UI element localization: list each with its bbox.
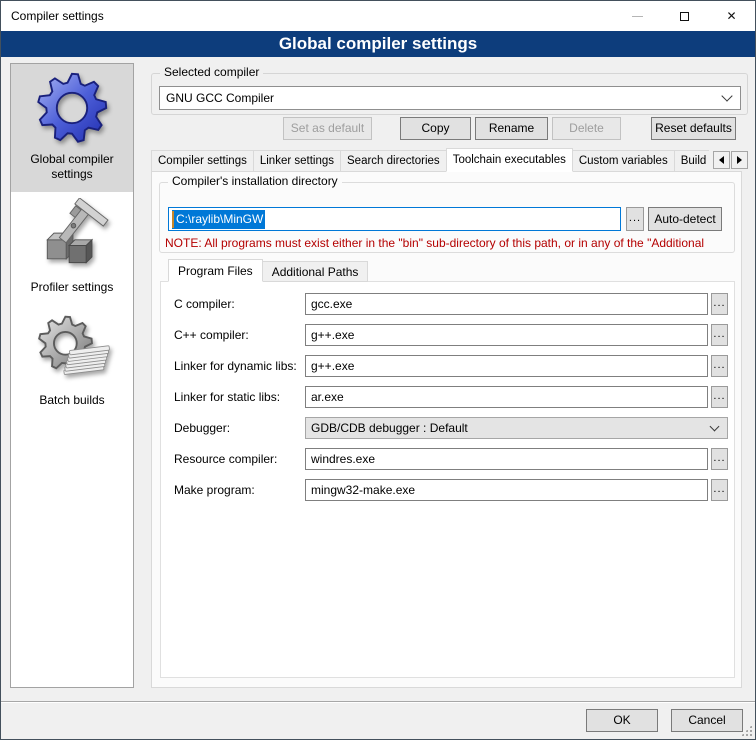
tab-scroll-right-button[interactable] [731,151,748,169]
debugger-dropdown[interactable]: GDB/CDB debugger : Default [305,417,728,439]
tab-scroll-buttons [712,151,748,169]
window-title: Compiler settings [11,9,104,23]
resource-compiler-row: Resource compiler: windres.exe... [161,448,734,470]
make-program-row: Make program: mingw32-make.exe... [161,479,734,501]
ok-button[interactable]: OK [586,709,658,732]
linker-for-dynamic-libs-row: Linker for dynamic libs: g++.exe... [161,355,734,377]
selected-path-text: C:\raylib\MinGW [172,210,265,229]
tabs-list: Compiler settingsLinker settingsSearch d… [151,148,709,172]
cplusplus-compiler-field[interactable]: g++.exe [305,324,708,346]
copy-button[interactable]: Copy [400,117,471,140]
resource-compiler-browse-button[interactable]: ... [711,448,728,470]
sidebar-item-global-compiler-settings[interactable]: Global compiler settings [11,64,133,192]
selected-compiler-group-label: Selected compiler [160,65,263,79]
resource-compiler-field[interactable]: windres.exe [305,448,708,470]
installation-directory-browse-button[interactable]: ... [626,207,644,231]
note-text: NOTE: All programs must exist either in … [165,236,732,250]
cplusplus-compiler-browse-button[interactable]: ... [711,324,728,346]
triangle-left-icon [719,156,724,164]
installation-directory-input[interactable]: C:\raylib\MinGW [168,207,621,231]
selected-compiler-value: GNU GCC Compiler [166,91,274,105]
chevron-down-icon [710,422,720,432]
c-compiler-browse-button[interactable]: ... [711,293,728,315]
tab-build-options[interactable]: Build options [674,150,709,172]
maximize-icon [680,12,689,21]
selected-compiler-dropdown[interactable]: GNU GCC Compiler [159,86,741,110]
cplusplus-compiler-label: C++ compiler: [174,328,249,342]
resource-compiler-label: Resource compiler: [174,452,277,466]
make-program-label: Make program: [174,483,255,497]
rename-button[interactable]: Rename [475,117,548,140]
reset-defaults-button[interactable]: Reset defaults [651,117,736,140]
installation-directory-group: Compiler's installation directory C:\ray… [159,182,735,253]
dropdown-value: GDB/CDB debugger : Default [311,421,468,435]
c-compiler-field[interactable]: gcc.exe [305,293,708,315]
compiler-settings-dialog: Compiler settings ✕ Global compiler sett… [0,0,756,740]
cplusplus-compiler-row: C++ compiler: g++.exe... [161,324,734,346]
close-button[interactable]: ✕ [708,1,755,31]
title-bar: Compiler settings ✕ [1,1,755,31]
footer-divider [1,701,755,702]
main-tab-bar: Compiler settingsLinker settingsSearch d… [151,148,748,172]
tab-scroll-left-button[interactable] [713,151,730,169]
subtab-program-files[interactable]: Program Files [168,259,263,282]
linker-for-dynamic-libs-field[interactable]: g++.exe [305,355,708,377]
linker-for-dynamic-libs-label: Linker for dynamic libs: [174,359,297,373]
tab-linker-settings[interactable]: Linker settings [253,150,341,172]
debugger-row: Debugger: GDB/CDB debugger : Default [161,417,734,439]
auto-detect-button[interactable]: Auto-detect [648,207,722,231]
settings-sidebar: Global compiler settings Profiler setting… [10,63,134,688]
minimize-button[interactable] [614,1,661,31]
sidebar-item-label: Profiler settings [13,277,131,295]
make-program-field[interactable]: mingw32-make.exe [305,479,708,501]
cancel-button[interactable]: Cancel [671,709,743,732]
installation-directory-group-label: Compiler's installation directory [168,174,342,188]
linker-for-static-libs-row: Linker for static libs: ar.exe... [161,386,734,408]
tab-toolchain-executables[interactable]: Toolchain executables [446,148,573,172]
blue-gear-icon [34,70,110,146]
text-caret [172,211,174,228]
close-icon: ✕ [726,10,736,22]
sidebar-item-profiler-settings[interactable]: Profiler settings [11,192,133,305]
maximize-button[interactable] [661,1,708,31]
subtab-additional-paths[interactable]: Additional Paths [262,261,369,282]
tab-custom-variables[interactable]: Custom variables [572,150,675,172]
debugger-label: Debugger: [174,421,230,435]
sub-tab-bar: Program FilesAdditional Paths [168,259,367,282]
minimize-icon [632,16,643,17]
linker-for-static-libs-field[interactable]: ar.exe [305,386,708,408]
c-compiler-label: C compiler: [174,297,235,311]
toolchain-executables-page: Compiler's installation directory C:\ray… [151,171,742,688]
make-program-browse-button[interactable]: ... [711,479,728,501]
chevron-down-icon [721,90,732,101]
batch-builds-gear-icon [34,311,110,387]
tab-compiler-settings[interactable]: Compiler settings [151,150,254,172]
program-files-panel: C compiler: gcc.exe... C++ compiler: g++.ex… [160,281,735,678]
sidebar-item-batch-builds[interactable]: Batch builds [11,305,133,418]
selected-compiler-group: Selected compiler GNU GCC Compiler [151,73,748,115]
set-as-default-button: Set as default [283,117,372,140]
page-title: Global compiler settings [1,31,755,57]
linker-for-dynamic-libs-browse-button[interactable]: ... [711,355,728,377]
linker-for-static-libs-browse-button[interactable]: ... [711,386,728,408]
linker-for-static-libs-label: Linker for static libs: [174,390,280,404]
profiler-caliper-icon [34,198,110,274]
tab-search-directories[interactable]: Search directories [340,150,447,172]
delete-button: Delete [552,117,621,140]
triangle-right-icon [737,156,742,164]
c-compiler-row: C compiler: gcc.exe... [161,293,734,315]
sidebar-item-label: Batch builds [13,390,131,408]
sidebar-item-label: Global compiler settings [13,149,131,182]
